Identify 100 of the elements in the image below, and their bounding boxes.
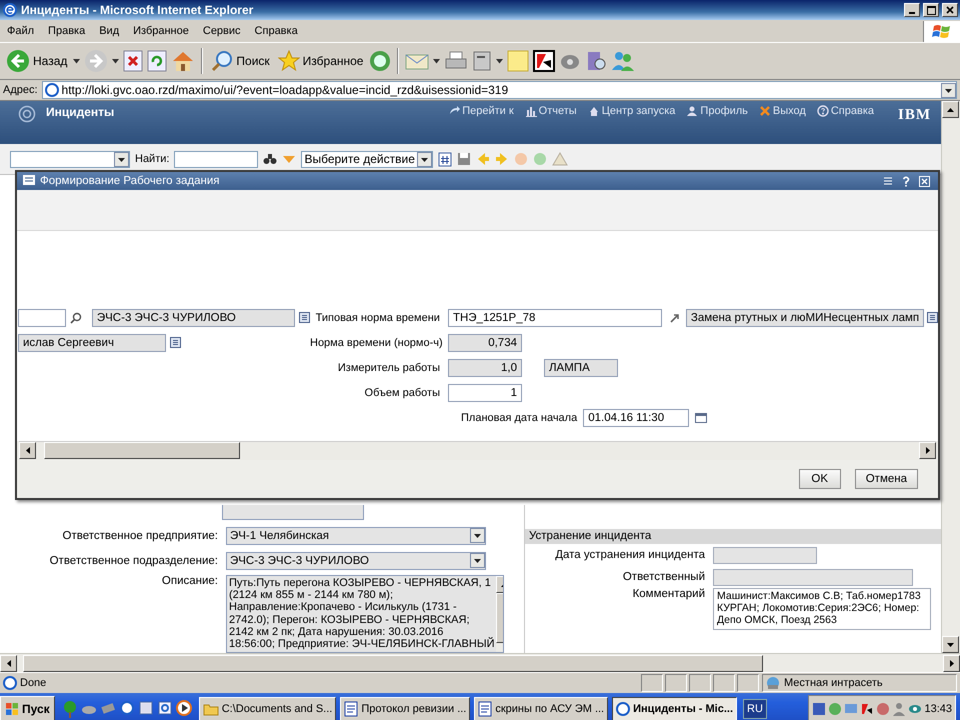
dropdown-caret-icon[interactable]	[496, 58, 504, 64]
select-field[interactable]: ЭЧС-3 ЭЧС-3 ЧУРИЛОВО	[226, 552, 486, 570]
menu-item[interactable]: Справка	[248, 25, 305, 37]
header-link[interactable]: Выход	[758, 105, 806, 117]
dropdown-caret-icon[interactable]	[112, 58, 120, 64]
flag-icon	[5, 702, 19, 716]
field-label: Ответственное подразделение:	[48, 554, 218, 566]
calendar-icon[interactable]	[695, 412, 708, 423]
network-icon	[766, 676, 780, 690]
scrollbar[interactable]	[19, 441, 936, 460]
antivirus-icon[interactable]	[533, 50, 556, 72]
detail-menu-icon[interactable]	[927, 312, 938, 323]
menu-item[interactable]: Файл	[0, 25, 42, 37]
close-icon	[946, 6, 954, 14]
detail-menu-icon[interactable]	[299, 312, 310, 323]
help-button[interactable]	[900, 176, 912, 186]
input-field[interactable]	[713, 546, 817, 564]
find-label: Найти:	[135, 153, 170, 166]
eye-icon[interactable]	[908, 702, 922, 716]
stop-icon[interactable]	[123, 50, 144, 72]
close-button[interactable]	[942, 3, 958, 17]
go-to-icon[interactable]	[670, 312, 680, 322]
select-field[interactable]: ЭЧ-1 Челябинская	[226, 526, 486, 544]
dropdown-caret-icon[interactable]	[73, 58, 80, 64]
scroll-right-icon	[926, 447, 930, 454]
status-panel	[689, 674, 711, 692]
section-header: Устранение инцидента	[525, 529, 941, 544]
binoculars-icon[interactable]	[263, 153, 278, 166]
taskbar-button[interactable]: C:\Documents and S...	[198, 697, 336, 720]
menu-item[interactable]: Сервис	[196, 25, 248, 37]
tray-icon[interactable]	[812, 702, 826, 716]
lookup-field[interactable]	[18, 308, 66, 326]
search-icon[interactable]	[70, 312, 82, 324]
search-button[interactable]: Поиск	[209, 48, 272, 74]
menu-button[interactable]	[881, 176, 895, 186]
header-link[interactable]: Перейти к	[448, 105, 514, 117]
dropdown-caret-icon[interactable]	[433, 58, 440, 64]
taskbar-button[interactable]: скрины по АСУ ЭМ ...	[474, 697, 608, 720]
input-field[interactable]: ТНЭ_1251Р_78	[448, 308, 662, 326]
scrollbar[interactable]	[0, 653, 960, 672]
logo: IBM	[898, 107, 931, 124]
menu-icon	[883, 176, 893, 186]
status-panel	[641, 674, 663, 692]
back-button[interactable]: Назад	[4, 47, 70, 75]
close-icon	[919, 176, 930, 186]
field-label: Комментарий	[632, 588, 705, 600]
comment-field[interactable]: Машинист:Максимов С.В; Таб.номер1783 КУРГАН; Локомотив:Серия:2ЭС6; Номер: Депо ОМСК, Поезд 2563	[713, 588, 931, 630]
browser-icon	[616, 702, 630, 716]
scroll-down-icon	[947, 642, 954, 646]
minimize-button[interactable]	[904, 3, 920, 17]
home-icon[interactable]	[171, 50, 196, 72]
menu-item[interactable]: Правка	[41, 25, 92, 37]
action-select[interactable]: Выберите действие	[301, 150, 433, 168]
folder-icon	[202, 702, 219, 716]
header-link[interactable]: Справка	[816, 105, 874, 117]
menu-item[interactable]: Вид	[92, 25, 126, 37]
field-label: Плановая дата начала	[461, 412, 578, 424]
address-field[interactable]: http://loki.gvc.oao.rzd/maximo/ui/?event=loadapp&value=incid_rzd&uisessionid=319	[42, 81, 957, 99]
play-icon[interactable]	[176, 700, 192, 716]
scrollbar[interactable]	[941, 101, 960, 653]
edit-icon[interactable]	[472, 50, 492, 72]
flag-icon	[932, 22, 952, 40]
dialog-button[interactable]: OK	[798, 469, 841, 489]
start-button[interactable]: Пуск	[0, 696, 55, 720]
browser-icon[interactable]	[118, 700, 135, 716]
language-indicator[interactable]: RU	[743, 699, 767, 719]
new-record-icon[interactable]	[438, 151, 452, 168]
house-icon	[588, 105, 600, 117]
description-field[interactable]: Путь:Путь перегона КОЗЫРЕВО - ЧЕРНЯВСКАЯ, 1 (2124 км 855 м - 2144 км 780 м); Направление:Кропачево - Исилькуль (1731 - 2742.0); Перегон: КОЗЫРЕВО - ЧЕРНЯВСКАЯ; 2142 км 2 пк; Дата нарушения: 30.03.2016 18:56:00; Предприятие: ЭЧ-ЧЕЛЯБИНСК-ГЛАВНЫЙ	[226, 575, 504, 653]
field-label: Объем работы	[364, 386, 441, 398]
header-link[interactable]: Профиль	[686, 105, 748, 117]
field-label: Типовая норма времени	[314, 312, 441, 324]
maximize-button[interactable]	[923, 3, 939, 17]
dialog-icon	[23, 175, 35, 187]
scroll-left-icon	[26, 447, 30, 454]
taskbar-button[interactable]: Инциденты - Mic...	[612, 697, 738, 720]
input-field[interactable]	[713, 568, 913, 586]
antivirus-icon[interactable]	[860, 702, 874, 716]
save-icon[interactable]	[456, 152, 471, 166]
document-icon	[478, 701, 492, 717]
help-icon	[816, 105, 829, 117]
window-title: Инциденты - Microsoft Internet Explorer	[21, 3, 254, 17]
dialog-title: Формирование Рабочего задания	[40, 175, 221, 187]
browser-icon	[2, 2, 18, 18]
field-label: Описание:	[160, 575, 218, 589]
readonly-field: 1,0	[448, 358, 522, 376]
favorites-button[interactable]: Избранное	[276, 48, 366, 74]
maximize-icon	[926, 6, 936, 14]
header-link[interactable]: Центр запуска	[588, 105, 676, 117]
header-link[interactable]: Отчеты	[524, 105, 577, 117]
menu-item[interactable]: Избранное	[126, 25, 196, 37]
detail-menu-icon[interactable]	[170, 337, 181, 348]
taskbar-button[interactable]: Протокол ревизии ...	[340, 697, 470, 720]
input-field[interactable]: 1	[448, 384, 522, 402]
find-field[interactable]	[174, 150, 258, 168]
star-icon	[278, 50, 300, 72]
book-icon[interactable]	[585, 50, 608, 72]
dialog-button[interactable]: Отмена	[854, 469, 918, 489]
media-icon[interactable]	[369, 50, 392, 72]
date-field[interactable]: 01.04.16 11:30	[583, 408, 690, 426]
